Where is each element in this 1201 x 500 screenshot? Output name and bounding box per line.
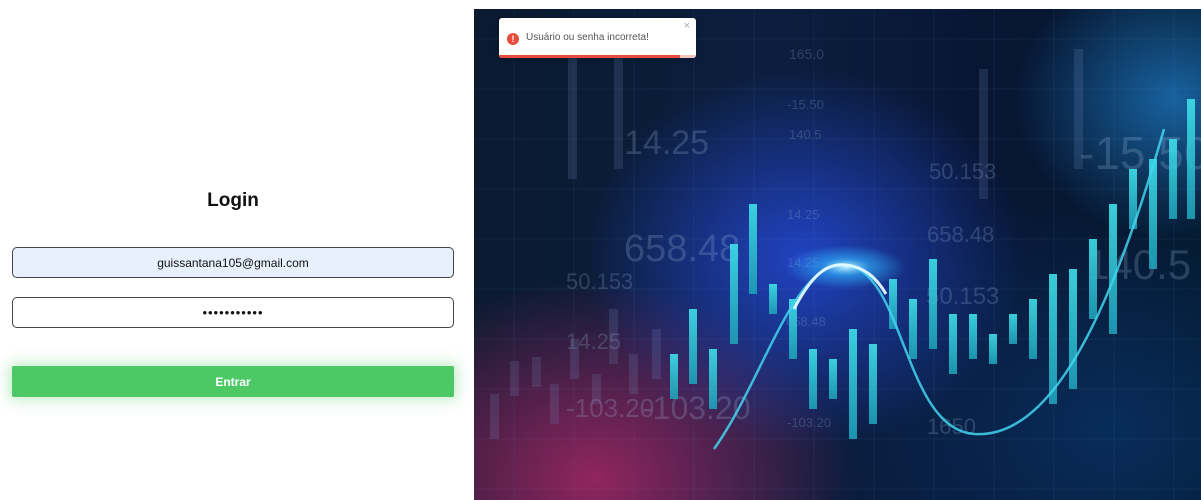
error-toast: ! Usuário ou senha incorreta! ×: [499, 18, 696, 58]
background-candle: [652, 329, 661, 379]
background-candle: [1074, 49, 1083, 169]
background-number: 140.5: [789, 127, 822, 142]
candle: [1089, 239, 1097, 319]
toast-progress-track: [499, 55, 696, 58]
candle: [809, 349, 817, 409]
background-candle: [490, 394, 499, 439]
candle: [989, 334, 997, 364]
stock-chart-illustration: 165.0-15.50140.514.2550.153658.4850.1531…: [474, 9, 1201, 500]
background-candle: [550, 384, 559, 424]
background-number: 140.5: [1086, 241, 1191, 288]
candle: [1187, 99, 1195, 219]
candle: [869, 344, 877, 424]
candle: [969, 314, 977, 359]
candle: [670, 354, 678, 399]
candle: [730, 244, 738, 344]
candle: [929, 259, 937, 349]
curve-glow: [786, 245, 906, 289]
background-number: -15.50: [787, 97, 824, 112]
background-numbers: 165.0-15.50140.514.2550.153658.4850.1531…: [566, 46, 1201, 439]
submit-button[interactable]: Entrar: [12, 366, 454, 397]
candle: [1009, 314, 1017, 344]
login-panel: Login Entrar: [0, 0, 474, 500]
login-page: Login Entrar 165.0 -15.50 140.5 14.25 50.153…: [0, 0, 1201, 500]
background-number: -103.20: [787, 415, 831, 430]
background-number: 14.25: [624, 124, 709, 162]
toast-message: Usuário ou senha incorreta!: [526, 32, 649, 43]
toast-progress-bar: [499, 55, 681, 58]
background-number: 50.153: [566, 269, 633, 294]
candle: [1069, 269, 1077, 389]
background-number: -103.20: [566, 393, 654, 423]
candle: [709, 349, 717, 409]
error-icon: !: [507, 33, 519, 45]
background-candle: [568, 49, 577, 179]
candle: [909, 299, 917, 359]
candle: [1109, 204, 1117, 334]
background-number: -15.50: [1079, 127, 1201, 179]
background-number: 50.153: [926, 283, 999, 310]
background-candle: [570, 339, 579, 379]
background-candle: [510, 361, 519, 396]
email-input[interactable]: [12, 247, 454, 278]
candle: [1049, 274, 1057, 404]
background-candle: [614, 49, 623, 169]
candle: [769, 284, 777, 314]
candle: [749, 204, 757, 294]
background-candle: [629, 354, 638, 394]
candle: [1029, 299, 1037, 359]
background-number: 14.25: [787, 207, 820, 222]
background-candle: [532, 357, 541, 387]
background-number: 658.48: [927, 222, 994, 247]
password-input[interactable]: [12, 297, 454, 328]
background-candle: [609, 309, 618, 364]
candle: [689, 309, 697, 384]
background-candle: [979, 69, 988, 199]
candle: [1169, 139, 1177, 219]
background-candle: [592, 374, 601, 404]
background-number: 165.0: [789, 46, 824, 62]
background-number: 658.48: [624, 228, 740, 270]
hero-image: 165.0 -15.50 140.5 14.25 50.153 658.48 50.153 1…: [474, 9, 1201, 500]
background-number: -103.20: [642, 390, 751, 426]
candle: [829, 359, 837, 399]
close-icon[interactable]: ×: [684, 21, 690, 32]
candle: [849, 329, 857, 439]
login-title: Login: [207, 190, 259, 211]
candle: [949, 314, 957, 374]
